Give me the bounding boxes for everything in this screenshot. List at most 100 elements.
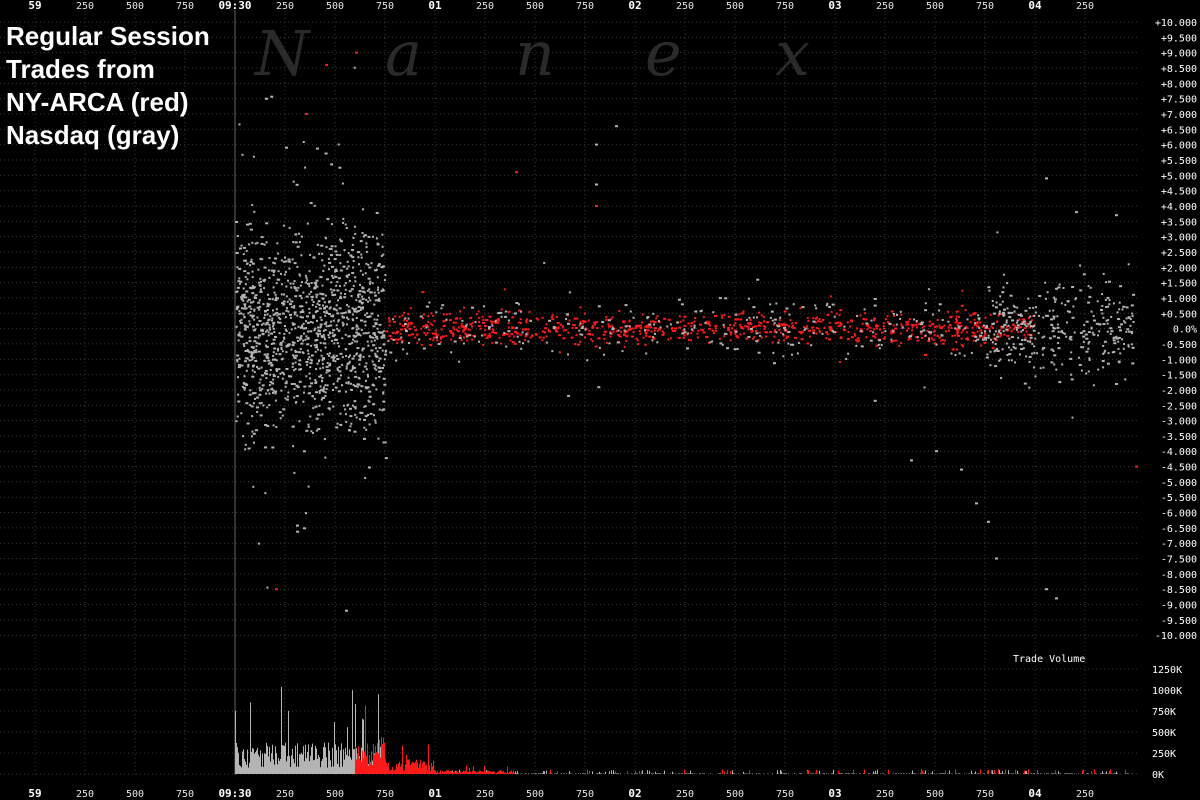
nyarca-volume-bar [382, 744, 383, 774]
nasdaq-trade-point [298, 294, 302, 297]
nasdaq-volume-bar [1017, 770, 1018, 774]
nasdaq-trade-point [330, 245, 334, 248]
nyarca-trade-point [806, 325, 809, 328]
nyarca-trade-point [879, 328, 881, 331]
nasdaq-trade-point [1053, 363, 1056, 366]
nyarca-outlier-point [325, 63, 328, 66]
nasdaq-trade-point [873, 304, 877, 307]
nasdaq-trade-point [378, 323, 382, 326]
nasdaq-trade-point [370, 340, 373, 343]
nyarca-volume-bar [487, 770, 488, 774]
nyarca-trade-point [906, 329, 908, 332]
nyarca-volume-bar [461, 773, 462, 774]
nasdaq-volume-bar [308, 744, 309, 774]
nasdaq-trade-point [325, 369, 329, 372]
nasdaq-trade-point [1006, 282, 1009, 285]
nasdaq-trade-point [1062, 332, 1065, 334]
nasdaq-volume-bar [1008, 770, 1009, 774]
nasdaq-trade-point [1057, 336, 1061, 339]
nasdaq-volume-bar [966, 773, 967, 774]
nasdaq-volume-bar [733, 773, 734, 774]
nasdaq-trade-point [291, 344, 295, 347]
nyarca-trade-point [826, 333, 829, 336]
nasdaq-trade-point [927, 288, 930, 291]
nasdaq-trade-point [351, 272, 355, 274]
nasdaq-volume-bar [1117, 773, 1118, 774]
nyarca-trade-point [758, 311, 760, 314]
nasdaq-trade-point [243, 345, 246, 347]
nasdaq-trade-point [253, 441, 255, 444]
nasdaq-trade-point [328, 400, 332, 403]
nasdaq-trade-point [267, 269, 270, 272]
nyarca-trade-point [983, 341, 987, 344]
nasdaq-volume-bar [605, 771, 606, 774]
price-axis-tick-label: +10.000 [1155, 18, 1197, 29]
nasdaq-trade-point [293, 355, 295, 358]
nasdaq-volume-bar [1025, 771, 1026, 774]
nasdaq-trade-point [289, 316, 292, 319]
nyarca-trade-point [1013, 328, 1016, 331]
nasdaq-trade-point [242, 253, 245, 256]
nasdaq-trade-point [352, 338, 355, 341]
nasdaq-trade-point [285, 398, 289, 401]
nasdaq-trade-point [578, 329, 581, 332]
nasdaq-trade-point [353, 355, 356, 358]
nasdaq-trade-point [324, 346, 327, 349]
nasdaq-volume-bar [291, 755, 292, 774]
nyarca-trade-point [954, 321, 958, 324]
nasdaq-trade-point [253, 356, 256, 359]
nasdaq-trade-point [238, 331, 241, 334]
nyarca-trade-point [838, 314, 841, 317]
nasdaq-trade-point [362, 273, 364, 276]
x-axis-tick-label-bottom: 250 [76, 789, 94, 800]
nasdaq-trade-point [772, 351, 775, 354]
nasdaq-trade-point [1101, 312, 1104, 315]
x-axis-tick-label-bottom: 250 [1076, 789, 1094, 800]
nyarca-trade-point [636, 339, 639, 342]
nyarca-trade-point [484, 319, 487, 322]
nasdaq-volume-bar [794, 773, 795, 774]
nasdaq-volume-bar [720, 773, 721, 774]
nasdaq-trade-point [309, 321, 312, 323]
nyarca-trade-point [433, 319, 436, 322]
nasdaq-trade-point [709, 341, 712, 344]
nasdaq-trade-point [474, 321, 477, 324]
nasdaq-volume-bar [687, 773, 688, 774]
nasdaq-trade-point [1028, 360, 1031, 363]
nasdaq-trade-point [256, 323, 259, 326]
nyarca-trade-point [723, 313, 726, 316]
nasdaq-trade-point [1074, 298, 1077, 301]
nyarca-outlier-point [1135, 465, 1138, 468]
nasdaq-volume-bar [611, 770, 612, 774]
nasdaq-trade-point [313, 397, 316, 400]
nasdaq-trade-point [1125, 306, 1129, 309]
nasdaq-trade-point [247, 447, 251, 450]
nasdaq-trade-point [275, 282, 278, 285]
nyarca-trade-point [973, 318, 976, 321]
nasdaq-trade-point [773, 318, 777, 321]
nyarca-trade-point [432, 339, 435, 342]
nasdaq-trade-point [372, 363, 376, 366]
nasdaq-trade-point [1120, 323, 1123, 326]
nasdaq-volume-bar [634, 773, 635, 774]
nasdaq-trade-point [319, 325, 322, 328]
nasdaq-trade-point [1020, 314, 1023, 317]
nasdaq-volume-bar [1026, 771, 1027, 774]
nyarca-volume-bar [467, 771, 468, 774]
nyarca-trade-point [523, 328, 526, 331]
nasdaq-trade-point [869, 339, 873, 342]
nyarca-trade-point [1023, 327, 1027, 330]
nyarca-trade-point [551, 314, 554, 317]
nasdaq-volume-bar [672, 771, 673, 774]
nyarca-trade-point [793, 336, 797, 339]
nasdaq-trade-point [260, 366, 263, 369]
nasdaq-trade-point [305, 276, 308, 279]
nasdaq-trade-point [266, 313, 269, 316]
nyarca-trade-point [568, 319, 571, 322]
nyarca-volume-bar [641, 771, 642, 774]
nyarca-trade-point [471, 325, 473, 328]
nyarca-trade-point [714, 329, 717, 332]
price-axis-tick-label: +7.500 [1161, 95, 1197, 106]
nasdaq-volume-bar [346, 754, 347, 774]
nasdaq-trade-point [579, 333, 582, 336]
